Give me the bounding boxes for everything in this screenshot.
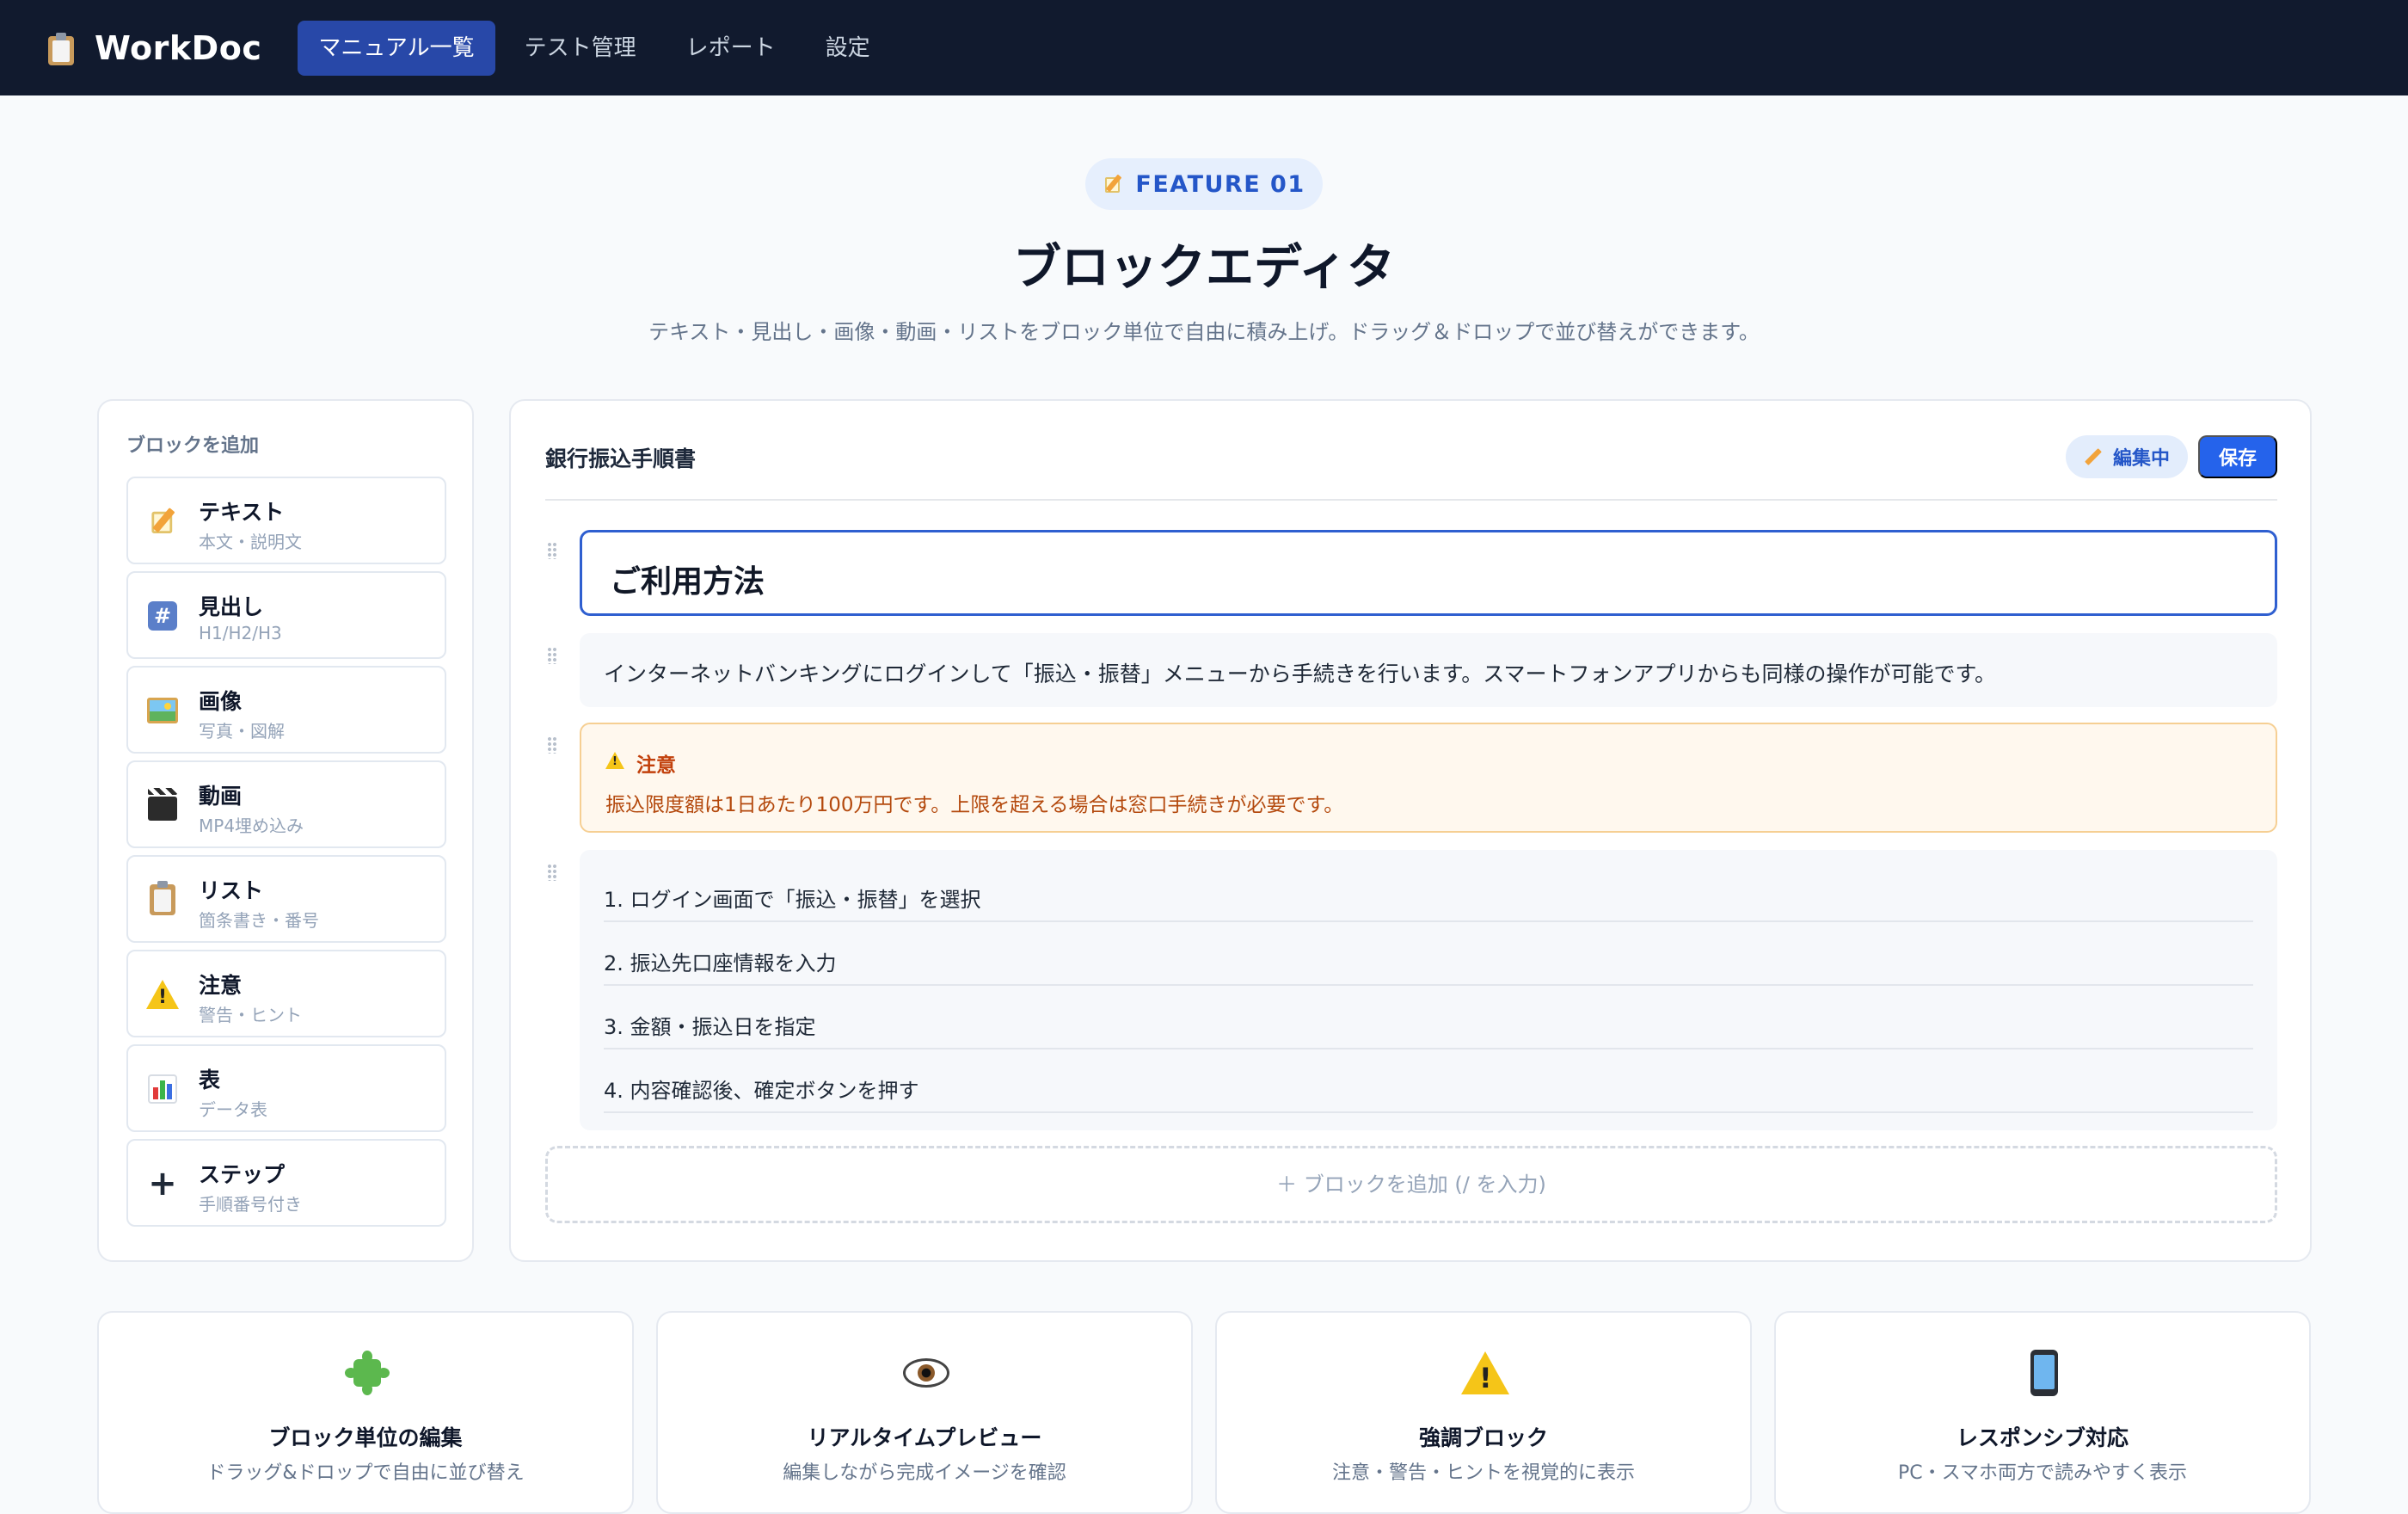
warning-icon: [145, 977, 180, 1012]
feature-desc: 編集しながら完成イメージを確認: [783, 1462, 1066, 1484]
clipboard-icon: [46, 31, 76, 65]
main-nav: マニュアル一覧 テスト管理 レポート 設定: [298, 20, 899, 76]
feature-card-responsive: レスポンシブ対応 PC・スマホ両方で読みやすく表示: [1774, 1311, 2311, 1514]
feature-badge: FEATURE 01: [1085, 158, 1323, 210]
nav-item-manual-list[interactable]: マニュアル一覧: [298, 20, 495, 76]
feature-desc: ドラッグ&ドロップで自由に並び替え: [206, 1462, 525, 1484]
drag-handle-icon[interactable]: [547, 647, 557, 664]
palette-item-warning[interactable]: 注意 警告・ヒント: [126, 950, 446, 1037]
palette-item-desc: 写真・図解: [199, 721, 285, 742]
bar-chart-icon: [145, 1072, 180, 1106]
palette-item-name: 画像: [199, 689, 243, 714]
page-title: ブロックエディタ: [1012, 240, 1396, 296]
feature-title: レスポンシブ対応: [1956, 1425, 2128, 1450]
palette-title: ブロックを追加: [126, 435, 260, 457]
plus-icon: +: [148, 1164, 177, 1203]
warning-block-title: 注意: [636, 754, 676, 777]
list-item: 4. 内容確認後、確定ボタンを押す: [604, 1049, 2253, 1113]
palette-item-name: ステップ: [199, 1162, 286, 1187]
feature-title: リアルタイムプレビュー: [807, 1425, 1042, 1450]
warning-block[interactable]: 注意 振込限度額は1日あたり100万円です。上限を超える場合は窓口手続きが必要で…: [580, 723, 2277, 833]
palette-item-desc: H1/H2/H3: [199, 623, 282, 643]
memo-icon: [1103, 174, 1123, 194]
memo-icon: [145, 504, 180, 539]
app-logo[interactable]: WorkDoc: [46, 29, 261, 67]
puzzle-icon: [341, 1349, 393, 1397]
palette-item-desc: 手順番号付き: [199, 1194, 302, 1215]
text-block-content: インターネットバンキングにログインして「振込・振替」メニューから手続きを行います…: [604, 662, 1997, 686]
nav-item-report[interactable]: レポート: [666, 21, 796, 76]
palette-item-name: テキスト: [199, 500, 285, 525]
list-item: 1. ログイン画面で「振込・振替」を選択: [604, 859, 2253, 922]
nav-item-settings[interactable]: 設定: [805, 21, 891, 76]
list-item: 3. 金額・振込日を指定: [604, 986, 2253, 1049]
palette-item-desc: MP4埋め込み: [199, 815, 304, 836]
feature-title: ブロック単位の編集: [268, 1425, 463, 1450]
drag-handle-icon[interactable]: [547, 542, 557, 559]
clipboard-icon: [145, 881, 180, 917]
add-block-button[interactable]: ＋ ブロックを追加 (/ を入力): [545, 1146, 2277, 1223]
pencil-icon: [2085, 448, 2102, 465]
editing-status-badge: 編集中: [2066, 435, 2188, 478]
warning-icon: [1459, 1349, 1511, 1397]
hash-icon: #: [145, 599, 180, 633]
page-subtitle: テキスト・見出し・画像・動画・リストをブロック単位で自由に積み上げ。ドラッグ＆ド…: [648, 320, 1760, 344]
drag-handle-icon[interactable]: [547, 736, 557, 754]
palette-item-name: 注意: [199, 973, 243, 998]
feature-card-block-editing: ブロック単位の編集 ドラッグ&ドロップで自由に並び替え: [97, 1311, 634, 1514]
feature-title: 強調ブロック: [1418, 1425, 1548, 1450]
list-item-text: 4. 内容確認後、確定ボタンを押す: [604, 1079, 919, 1103]
palette-item-name: 表: [199, 1068, 221, 1092]
palette-item-desc: データ表: [199, 1099, 267, 1120]
palette-item-heading[interactable]: # 見出し H1/H2/H3: [126, 571, 446, 659]
block-editor: 銀行振込手順書 編集中 保存 ご利用方法 インターネットバンキングにログインして…: [509, 399, 2312, 1262]
palette-item-name: 見出し: [199, 594, 264, 619]
palette-item-list[interactable]: リスト 箇条書き・番号: [126, 855, 446, 943]
palette-item-desc: 本文・説明文: [199, 532, 302, 552]
editor-divider: [545, 499, 2277, 501]
image-icon: [145, 693, 180, 728]
palette-item-name: リスト: [199, 878, 264, 903]
heading-block-text: ご利用方法: [610, 564, 765, 600]
palette-item-step[interactable]: + ステップ 手順番号付き: [126, 1139, 446, 1227]
text-block[interactable]: インターネットバンキングにログインして「振込・振替」メニューから手続きを行います…: [580, 633, 2277, 707]
list-item-text: 1. ログイン画面で「振込・振替」を選択: [604, 888, 981, 912]
nav-item-test-management[interactable]: テスト管理: [504, 21, 657, 76]
palette-item-image[interactable]: 画像 写真・図解: [126, 666, 446, 754]
palette-item-text[interactable]: テキスト 本文・説明文: [126, 477, 446, 564]
palette-item-desc: 箇条書き・番号: [199, 910, 319, 931]
clapper-icon: [145, 788, 180, 822]
warning-block-body: 振込限度額は1日あたり100万円です。上限を超える場合は窓口手続きが必要です。: [605, 794, 1344, 816]
heading-block[interactable]: ご利用方法: [580, 530, 2277, 616]
warning-icon: [605, 752, 624, 769]
phone-icon: [2018, 1349, 2070, 1397]
list-item: 2. 振込先口座情報を入力: [604, 922, 2253, 986]
save-button[interactable]: 保存: [2198, 435, 2277, 478]
feature-card-highlight-block: 強調ブロック 注意・警告・ヒントを視覚的に表示: [1215, 1311, 1752, 1514]
feature-desc: 注意・警告・ヒントを視覚的に表示: [1331, 1462, 1635, 1484]
editing-status-label: 編集中: [2112, 448, 2170, 470]
list-item-text: 2. 振込先口座情報を入力: [604, 951, 837, 975]
list-item-text: 3. 金額・振込日を指定: [604, 1015, 816, 1039]
palette-item-video[interactable]: 動画 MP4埋め込み: [126, 760, 446, 848]
feature-desc: PC・スマホ両方で読みやすく表示: [1898, 1462, 2187, 1484]
palette-item-name: 動画: [199, 784, 243, 809]
document-title[interactable]: 銀行振込手順書: [545, 442, 696, 473]
feature-card-live-preview: リアルタイムプレビュー 編集しながら完成イメージを確認: [656, 1311, 1193, 1514]
drag-handle-icon[interactable]: [547, 864, 557, 881]
feature-badge-label: FEATURE 01: [1135, 170, 1305, 198]
palette-item-table[interactable]: 表 データ表: [126, 1044, 446, 1132]
block-palette: ブロックを追加 テキスト 本文・説明文 # 見出し H1/H2/H3 画像 写真…: [97, 399, 474, 1262]
palette-item-desc: 警告・ヒント: [199, 1005, 302, 1025]
top-nav-bar: WorkDoc マニュアル一覧 テスト管理 レポート 設定: [0, 0, 2408, 95]
eye-icon: [900, 1349, 952, 1397]
app-name: WorkDoc: [95, 28, 262, 67]
list-block[interactable]: 1. ログイン画面で「振込・振替」を選択 2. 振込先口座情報を入力 3. 金額…: [580, 850, 2277, 1130]
